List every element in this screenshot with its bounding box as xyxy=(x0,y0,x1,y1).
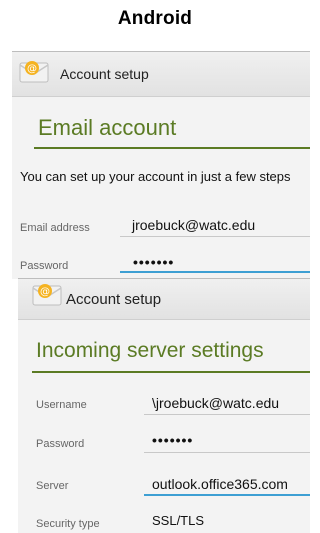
password-field-underline xyxy=(120,271,310,273)
svg-text:@: @ xyxy=(27,64,37,75)
email-field-underline xyxy=(120,236,310,237)
password-field[interactable]: ••••••• xyxy=(133,254,174,270)
action-bar-title: Account setup xyxy=(60,66,149,82)
action-bar: @ Account setup xyxy=(18,278,310,320)
section-heading: Incoming server settings xyxy=(36,339,264,362)
password-field[interactable]: ••••••• xyxy=(152,432,193,448)
password-field-underline xyxy=(144,452,310,453)
username-field[interactable]: \jroebuck@watc.edu xyxy=(152,395,279,411)
page-title: Android xyxy=(117,8,193,29)
security-type-select[interactable]: SSL/TLS xyxy=(152,513,204,528)
section-heading: Email account xyxy=(38,115,177,140)
action-bar-title: Account setup xyxy=(66,291,162,308)
email-address-field[interactable]: jroebuck@watc.edu xyxy=(132,217,255,233)
account-setup-screen-email: @ Account setup Email account You can se… xyxy=(12,51,310,279)
security-type-label: Security type xyxy=(36,518,100,530)
username-field-underline xyxy=(144,414,310,415)
email-address-label: Email address xyxy=(20,222,90,234)
email-envelope-icon[interactable]: @ xyxy=(19,59,49,83)
heading-underline xyxy=(34,147,310,149)
svg-text:@: @ xyxy=(40,287,50,298)
account-setup-screen-incoming: @ Account setup Incoming server settings… xyxy=(18,278,310,533)
intro-text: You can set up your account in just a fe… xyxy=(20,169,291,184)
action-bar: @ Account setup xyxy=(12,51,310,97)
server-field-underline xyxy=(144,494,310,496)
username-label: Username xyxy=(36,399,87,411)
email-envelope-icon[interactable]: @ xyxy=(32,282,62,306)
password-label: Password xyxy=(20,260,69,272)
password-label: Password xyxy=(36,438,85,450)
server-field[interactable]: outlook.office365.com xyxy=(152,476,288,492)
heading-underline xyxy=(32,371,310,373)
server-label: Server xyxy=(36,480,69,492)
